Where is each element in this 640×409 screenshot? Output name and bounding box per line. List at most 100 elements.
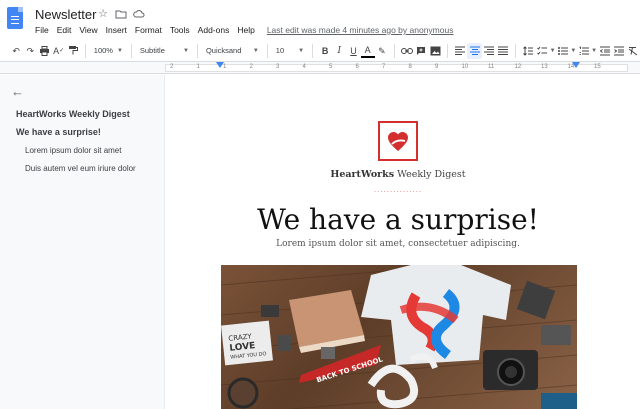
decorative-divider: ............... — [373, 185, 423, 194]
ruler-number: 1 — [223, 64, 227, 70]
text-color-button[interactable]: A — [360, 44, 375, 58]
clear-formatting-icon[interactable] — [626, 43, 640, 59]
toolbar-divider — [266, 43, 268, 58]
insert-image-icon[interactable] — [428, 43, 442, 59]
ruler-number: 13 — [541, 64, 548, 70]
ruler[interactable]: 2 1 1 2 3 4 5 6 7 8 9 10 11 12 13 14 15 — [0, 62, 640, 74]
font-dropdown[interactable]: Quicksand ▼ — [203, 43, 262, 59]
decrease-indent-icon[interactable] — [597, 43, 611, 59]
toolbar-divider — [197, 43, 198, 58]
ruler-number: 8 — [408, 64, 412, 70]
link-icon[interactable] — [400, 43, 414, 59]
toolbar-divider — [130, 43, 132, 58]
back-arrow-icon[interactable]: ← — [11, 84, 24, 99]
outline-item-lorem[interactable]: Lorem ipsum dolor sit amet — [25, 146, 121, 155]
ruler-number: 11 — [488, 64, 495, 70]
heartworks-logo — [378, 121, 418, 161]
chevron-down-icon: ▼ — [116, 47, 123, 54]
italic-label: I — [337, 45, 342, 56]
increase-indent-icon[interactable] — [612, 43, 626, 59]
ruler-number: 7 — [382, 64, 386, 70]
line-spacing-icon[interactable] — [521, 43, 535, 59]
align-justify-icon[interactable] — [496, 43, 510, 59]
menu-help[interactable]: Help — [237, 25, 254, 35]
menu-addons[interactable]: Add-ons — [198, 25, 230, 35]
style-value: Subtitle — [139, 45, 165, 55]
brand-rest: Weekly Digest — [394, 169, 466, 180]
undo-icon[interactable]: ↶ — [9, 43, 23, 59]
outline-item-surprise[interactable]: We have a surprise! — [16, 127, 101, 137]
ruler-number: 15 — [594, 64, 601, 70]
page-headline: We have a surprise! — [257, 203, 539, 236]
zoom-value: 100% — [93, 45, 113, 55]
chevron-down-icon[interactable]: ▼ — [591, 43, 598, 59]
formatting-toolbar: ↶ ↷ A ✓ 100% ▼ Subtitle ▼ Quicksand ▼ 10 ▼ B … — [0, 40, 640, 62]
comment-icon[interactable] — [414, 43, 428, 59]
star-icon[interactable]: ☆ — [97, 8, 109, 20]
outline-item-digest[interactable]: HeartWorks Weekly Digest — [16, 109, 130, 119]
newsletter-brand: HeartWorks Weekly Digest — [166, 169, 630, 180]
chevron-down-icon: ▼ — [298, 47, 305, 54]
folder-icon[interactable] — [115, 8, 127, 20]
cloud-icon[interactable] — [133, 8, 145, 20]
document-page[interactable]: HeartWorks Weekly Digest ...............… — [166, 75, 640, 409]
right-indent-marker[interactable] — [572, 62, 580, 68]
last-edit-link[interactable]: Last edit was made 4 minutes ago by anon… — [267, 25, 454, 35]
menu-bar: File Edit View Insert Format Tools Add-o… — [35, 25, 461, 35]
chevron-down-icon[interactable]: ▼ — [570, 43, 577, 59]
page-subtitle: Lorem ipsum dolor sit amet, consectetuer… — [276, 239, 520, 249]
chevron-down-icon[interactable]: ▼ — [549, 43, 556, 59]
chevron-down-icon: ▼ — [252, 47, 259, 54]
document-title[interactable]: Newsletter — [35, 7, 96, 22]
ruler-number: 9 — [435, 64, 439, 70]
toolbar-divider — [84, 43, 86, 58]
print-icon[interactable] — [37, 43, 51, 59]
bulleted-list-icon[interactable] — [556, 43, 570, 59]
menu-edit[interactable]: Edit — [57, 25, 72, 35]
menu-insert[interactable]: Insert — [106, 25, 127, 35]
chevron-down-icon: ▼ — [183, 47, 189, 54]
italic-button[interactable]: I — [332, 43, 346, 59]
paint-format-icon[interactable] — [66, 43, 80, 59]
title-actions: ☆ — [97, 8, 145, 20]
menu-format[interactable]: Format — [135, 25, 162, 35]
outline-item-duis[interactable]: Duis autem vel eum iriure dolor — [25, 164, 136, 173]
brand-bold: HeartWorks — [330, 169, 395, 180]
ruler-number: 3 — [276, 64, 280, 70]
text-color-label: A — [364, 44, 371, 55]
document-outline: ← HeartWorks Weekly Digest We have a sur… — [0, 75, 165, 409]
align-right-icon[interactable] — [482, 43, 496, 59]
toolbar-divider — [447, 43, 449, 58]
ruler-number: 6 — [355, 64, 359, 70]
ruler-number: 4 — [302, 64, 306, 70]
menu-tools[interactable]: Tools — [170, 25, 190, 35]
checklist-icon[interactable] — [535, 43, 549, 59]
ruler-numbers: 2 1 1 2 3 4 5 6 7 8 9 10 11 12 13 14 15 — [170, 64, 621, 70]
ruler-number: 2 — [170, 64, 174, 70]
newsletter-photo[interactable]: CRAZY LOVE WHAT YOU DO BACK TO SCHOOL — [221, 265, 577, 409]
align-left-icon[interactable] — [453, 43, 467, 59]
menu-file[interactable]: File — [35, 25, 49, 35]
align-center-icon[interactable] — [467, 42, 482, 59]
menu-view[interactable]: View — [79, 25, 97, 35]
ruler-number: 12 — [514, 64, 522, 70]
style-dropdown[interactable]: Subtitle ▼ — [137, 43, 192, 59]
heart-icon — [388, 132, 408, 151]
underline-label: U — [350, 45, 357, 56]
toolbar-divider — [393, 43, 395, 58]
highlight-icon[interactable]: ✎ — [375, 43, 389, 59]
app-header: Newsletter ☆ File Edit View Insert Forma… — [0, 0, 640, 40]
numbered-list-icon[interactable] — [577, 43, 591, 59]
docs-logo-icon[interactable] — [7, 7, 23, 29]
left-indent-marker[interactable] — [216, 62, 224, 68]
bold-label: B — [321, 45, 329, 56]
spellcheck-icon[interactable]: A ✓ — [52, 43, 66, 59]
bold-button[interactable]: B — [318, 43, 332, 59]
ruler-number: 2 — [249, 64, 253, 70]
ruler-number: 5 — [329, 64, 333, 70]
underline-button[interactable]: U — [346, 43, 360, 59]
redo-icon[interactable]: ↷ — [23, 43, 37, 59]
font-size-dropdown[interactable]: 10 ▼ — [273, 43, 307, 59]
zoom-dropdown[interactable]: 100% ▼ — [91, 43, 126, 59]
ruler-number: 10 — [461, 64, 469, 70]
